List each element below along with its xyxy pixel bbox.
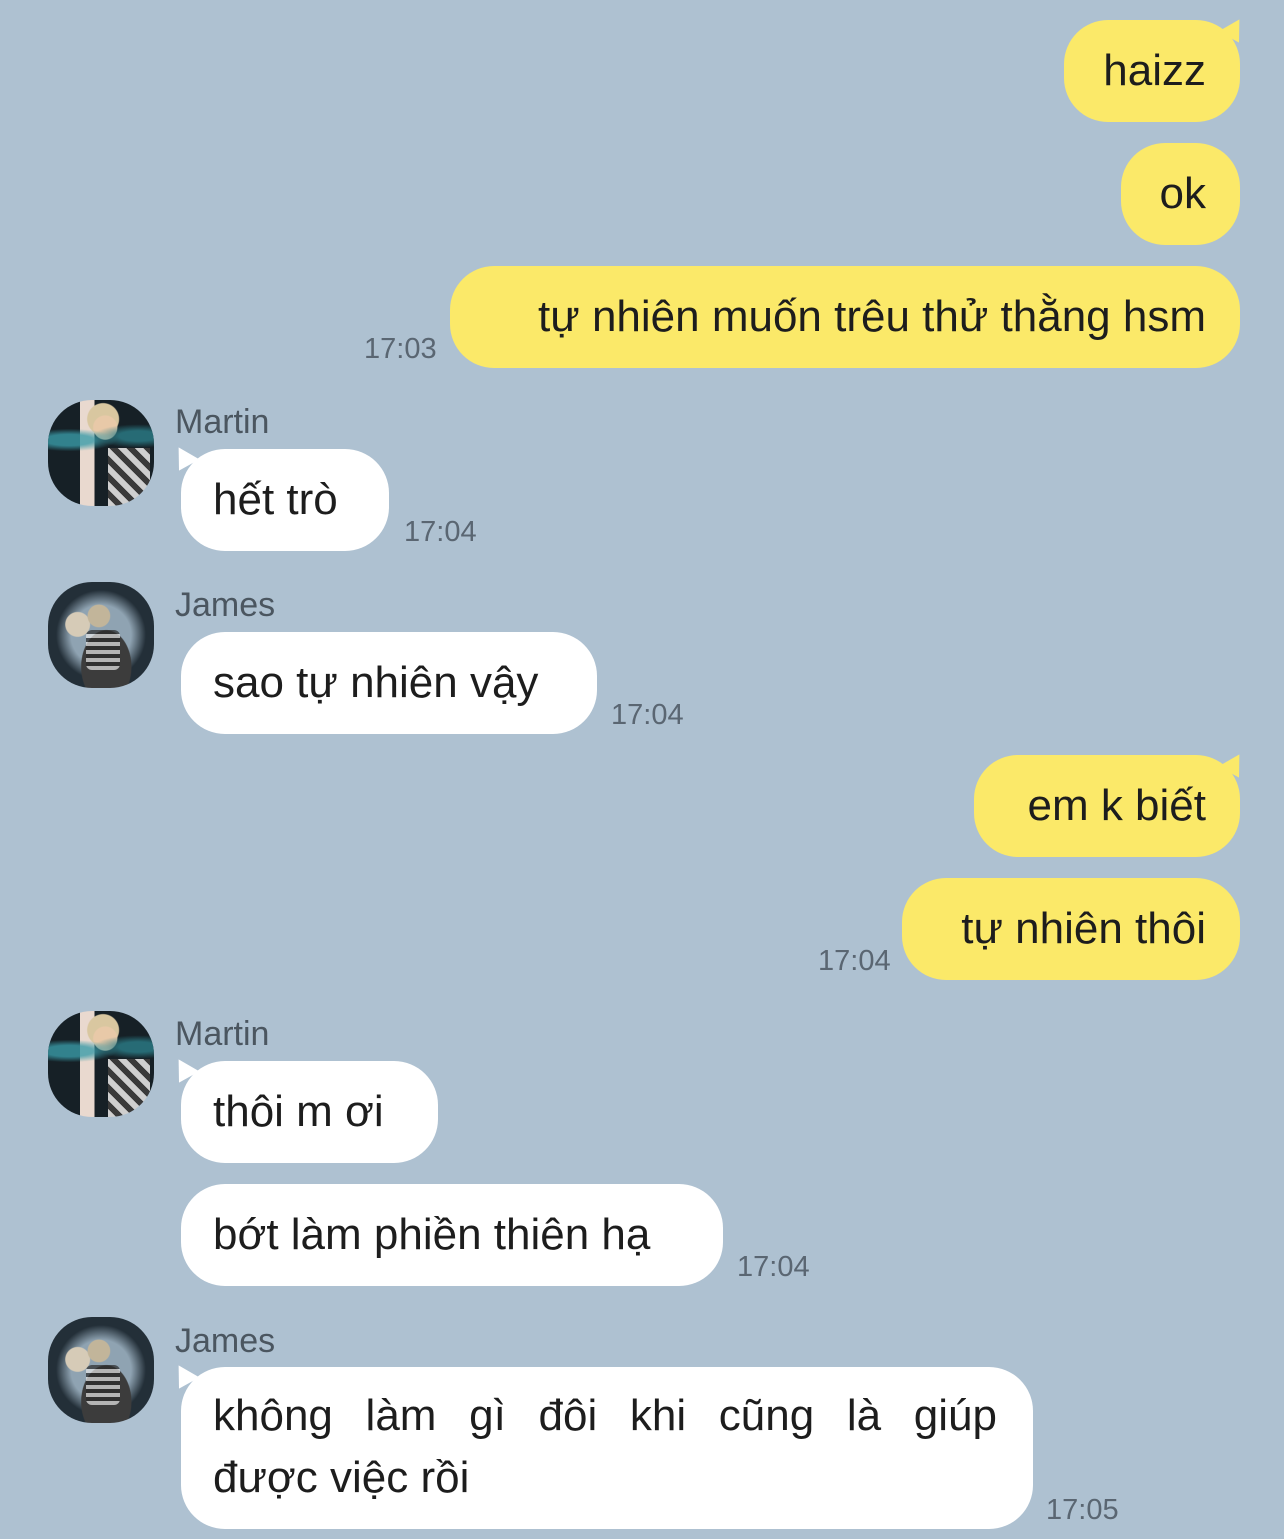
sender-name: Martin: [175, 403, 270, 441]
message-text: bớt làm phiền thiên hạ: [213, 1210, 651, 1259]
message-text: tự nhiên thôi: [961, 904, 1206, 953]
message-text-line: được việc rồi: [213, 1453, 470, 1502]
outgoing-message[interactable]: em k biết: [974, 755, 1240, 857]
outgoing-message[interactable]: ok: [1121, 143, 1240, 245]
sender-name: James: [175, 1322, 276, 1360]
message-text: hết trò: [213, 475, 338, 524]
incoming-message[interactable]: sao tự nhiên vậy: [181, 632, 597, 734]
avatar-martin[interactable]: [48, 400, 154, 506]
message-text: haizz: [1103, 46, 1206, 95]
message-text: sao tự nhiên vậy: [213, 658, 539, 707]
outgoing-message[interactable]: tự nhiên thôi: [902, 878, 1240, 980]
message-text: ok: [1159, 169, 1206, 218]
outgoing-message[interactable]: haizz: [1064, 20, 1240, 122]
avatar-james[interactable]: [48, 582, 154, 688]
incoming-message[interactable]: không làm gì đôi khi cũng là giúp được v…: [181, 1367, 1033, 1529]
outgoing-message[interactable]: tự nhiên muốn trêu thử thằng hsm: [450, 266, 1240, 368]
avatar-james[interactable]: [48, 1317, 154, 1423]
incoming-message[interactable]: hết trò: [181, 449, 389, 551]
message-text: em k biết: [1027, 781, 1206, 830]
timestamp: 17:04: [737, 1251, 810, 1283]
timestamp: 17:04: [611, 699, 684, 731]
avatar-martin[interactable]: [48, 1011, 154, 1117]
sender-name: Martin: [175, 1015, 270, 1053]
timestamp: 17:04: [818, 945, 891, 977]
message-text-line: không làm gì đôi khi cũng là giúp: [213, 1391, 997, 1440]
timestamp: 17:05: [1046, 1494, 1119, 1526]
timestamp: 17:04: [404, 516, 477, 548]
timestamp: 17:03: [364, 333, 437, 365]
sender-name: James: [175, 586, 276, 624]
incoming-message[interactable]: bớt làm phiền thiên hạ: [181, 1184, 723, 1286]
message-text: thôi m ơi: [213, 1087, 384, 1136]
incoming-message[interactable]: thôi m ơi: [181, 1061, 438, 1163]
message-text: tự nhiên muốn trêu thử thằng hsm: [538, 292, 1206, 341]
